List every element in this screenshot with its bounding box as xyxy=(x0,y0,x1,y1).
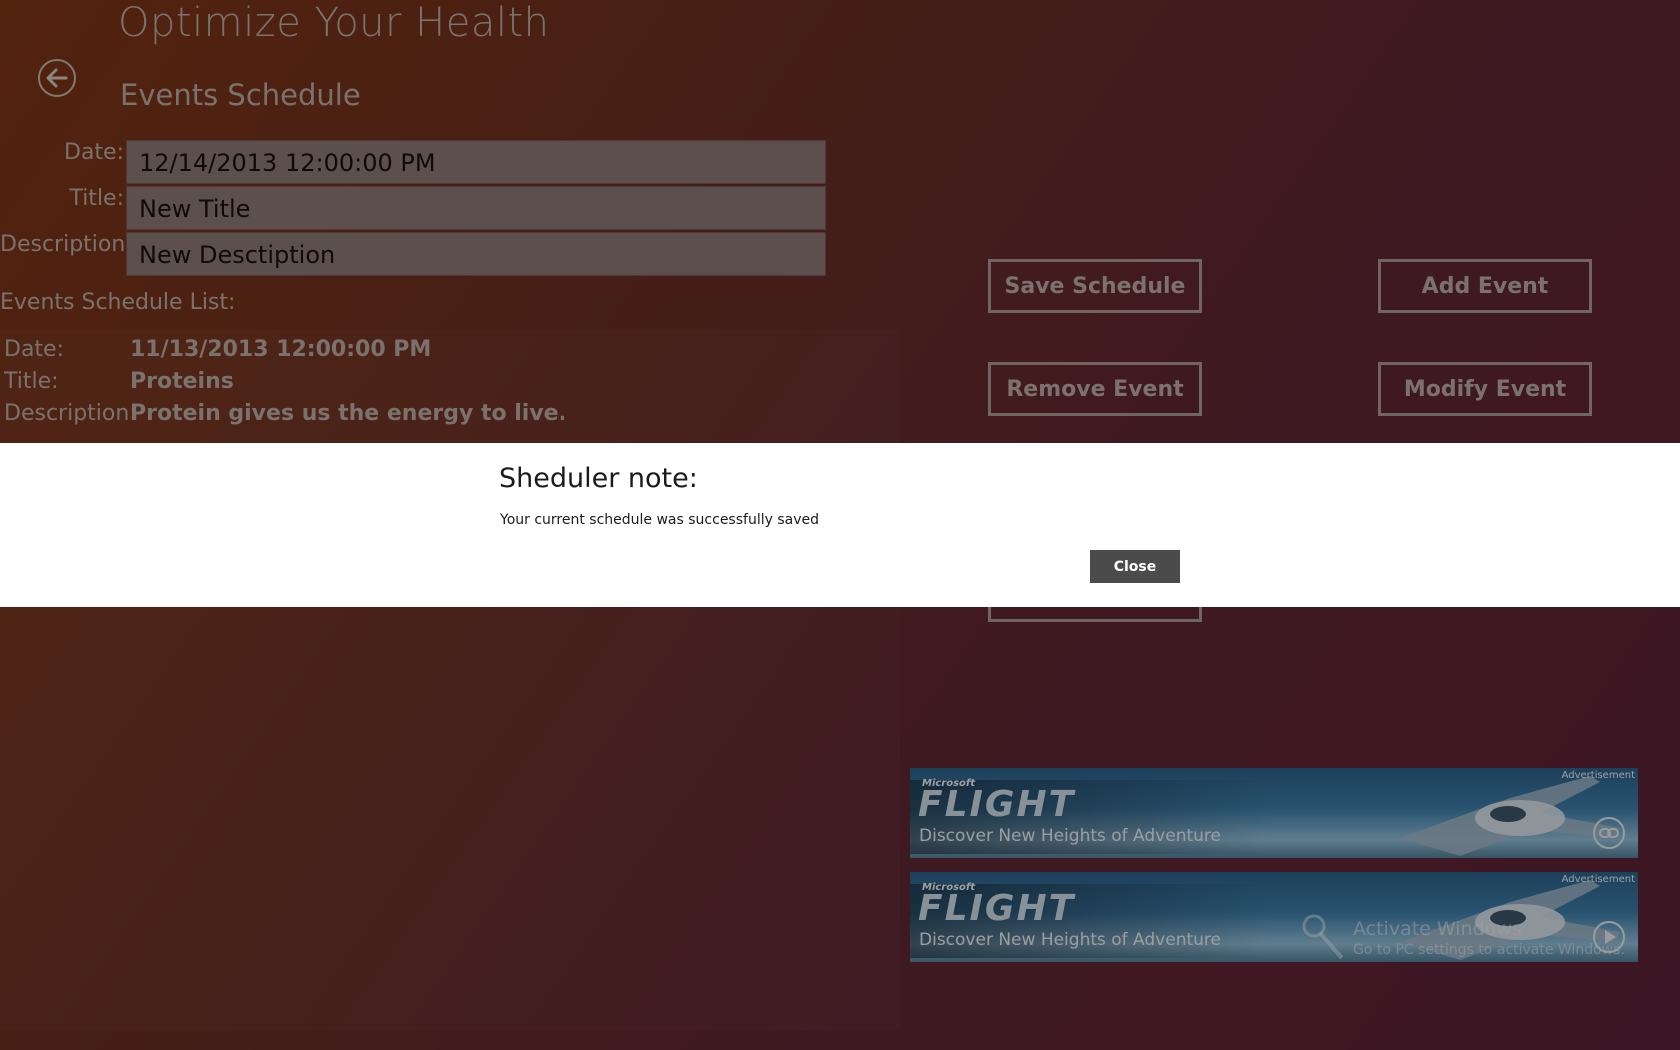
activate-windows-title: Activate Windows xyxy=(1353,918,1522,940)
list-item-date: 11/13/2013 12:00:00 PM xyxy=(130,337,432,362)
ad-tagline: Discover New Heights of Adventure xyxy=(919,826,1221,846)
link-icon xyxy=(1593,817,1625,849)
description-label: Description: xyxy=(0,232,133,257)
list-item[interactable]: Date: 11/13/2013 12:00:00 PM Title: Prot… xyxy=(4,337,564,433)
date-label: Date: xyxy=(64,140,124,165)
list-item-title-key: Title: xyxy=(4,369,59,394)
back-button[interactable] xyxy=(38,59,76,97)
title-label: Title: xyxy=(69,186,124,211)
ad-tagline: Discover New Heights of Adventure xyxy=(919,930,1221,950)
play-icon xyxy=(1593,921,1625,953)
advertisement-banner[interactable]: Microsoft FLIGHT Discover New Heights of… xyxy=(910,872,1638,962)
date-field[interactable]: 12/14/2013 12:00:00 PM xyxy=(126,140,826,184)
message-dialog: Sheduler note: Your current schedule was… xyxy=(0,443,1680,607)
page-title: Events Schedule xyxy=(120,78,361,112)
advertisement-banner[interactable]: Microsoft FLIGHT Discover New Heights of… xyxy=(910,768,1638,858)
description-field[interactable]: New Desctiption xyxy=(126,232,826,276)
modify-event-button[interactable]: Modify Event xyxy=(1378,362,1592,416)
ad-brand: FLIGHT xyxy=(918,888,1076,929)
list-item-title: Proteins xyxy=(130,369,234,394)
remove-event-button[interactable]: Remove Event xyxy=(988,362,1202,416)
ad-label: Advertisement xyxy=(1561,770,1635,781)
ad-label: Advertisement xyxy=(1561,874,1635,885)
arrow-left-icon xyxy=(46,68,68,88)
app-title: Optimize Your Health xyxy=(118,0,550,46)
add-event-button[interactable]: Add Event xyxy=(1378,259,1592,313)
list-item-date-key: Date: xyxy=(4,337,64,362)
ad-brand: FLIGHT xyxy=(918,784,1076,825)
save-schedule-button[interactable]: Save Schedule xyxy=(988,259,1202,313)
list-item-description-key: Description: xyxy=(4,401,137,426)
list-item-description: Protein gives us the energy to live. Foc xyxy=(130,401,564,426)
close-button[interactable]: Close xyxy=(1090,550,1180,583)
dialog-message: Your current schedule was successfully s… xyxy=(500,512,819,528)
key-icon xyxy=(1302,914,1344,960)
dialog-title: Sheduler note: xyxy=(499,463,698,494)
events-list-panel[interactable] xyxy=(0,330,900,1030)
events-list-label: Events Schedule List: xyxy=(0,290,236,315)
title-field[interactable]: New Title xyxy=(126,186,826,230)
activate-windows-subtitle: Go to PC settings to activate Windows. xyxy=(1353,942,1625,958)
